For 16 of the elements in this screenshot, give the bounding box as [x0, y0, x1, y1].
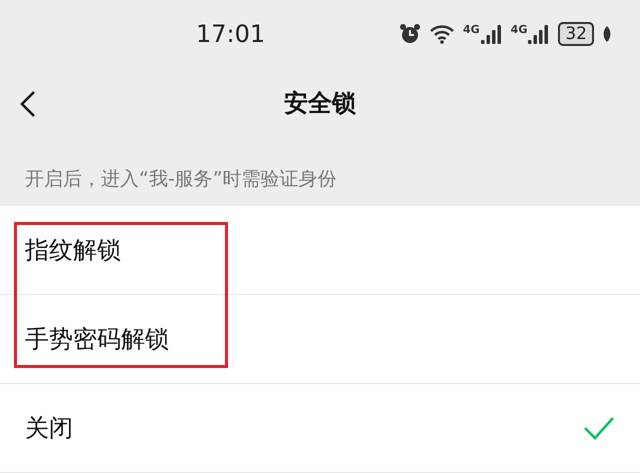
- hint-text: 开启后，进入“我-服务”时需验证身份: [24, 167, 338, 192]
- network-type: 4G: [510, 24, 528, 35]
- check-icon: [583, 416, 615, 440]
- signal-icon: [480, 24, 503, 44]
- wifi-icon: [428, 24, 455, 44]
- signal-icon: [528, 24, 550, 44]
- leaf-icon: [602, 26, 612, 42]
- option-row[interactable]: 指纹解锁: [0, 206, 640, 295]
- alarm-icon: [398, 23, 421, 45]
- battery-level: 32: [558, 22, 594, 46]
- network-type: 4G: [462, 24, 480, 35]
- page-title: 安全锁: [284, 88, 356, 119]
- option-row[interactable]: 手势密码解锁: [0, 295, 640, 384]
- back-icon[interactable]: [20, 90, 36, 118]
- option-row[interactable]: 关闭: [0, 384, 640, 473]
- clock-time: 17:01: [196, 20, 266, 48]
